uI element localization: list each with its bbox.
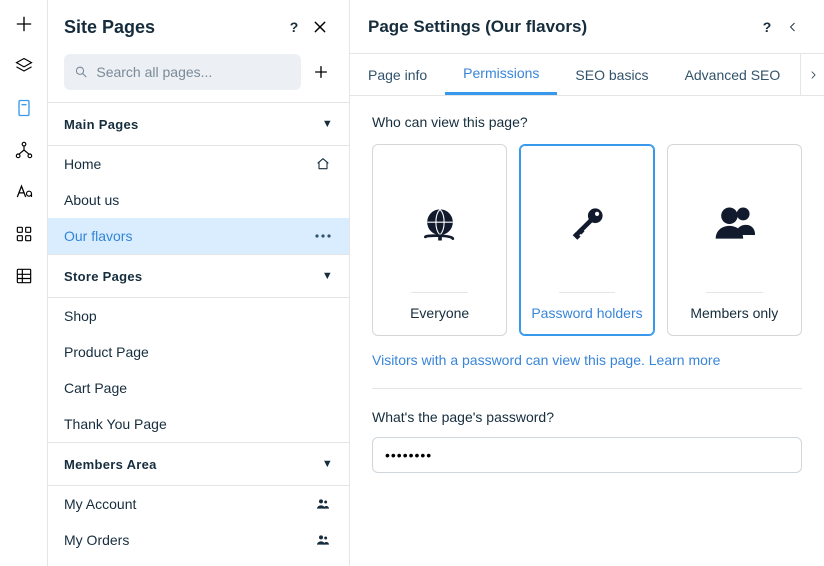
option-password-holders[interactable]: Password holders (519, 144, 654, 336)
rail-pages[interactable] (0, 98, 48, 118)
settings-header: Page Settings (Our flavors) ? (350, 0, 824, 54)
close-panel-button[interactable] (307, 14, 333, 40)
search-input[interactable] (96, 64, 291, 80)
members-icon (313, 496, 333, 512)
page-label: About us (64, 192, 333, 208)
page-label: My Account (64, 496, 313, 512)
caret-down-icon: ▼ (322, 118, 333, 130)
option-everyone[interactable]: Everyone (372, 144, 507, 336)
layers-icon (14, 56, 34, 76)
page-label: Product Page (64, 344, 333, 360)
rail-layers[interactable] (0, 56, 48, 76)
learn-more-link[interactable]: Learn more (649, 352, 721, 368)
tab-seo-basics[interactable]: SEO basics (557, 54, 666, 95)
rail-add[interactable] (0, 14, 48, 34)
question-icon: ? (763, 19, 772, 35)
home-icon (313, 156, 333, 172)
page-item-my-account[interactable]: My Account (48, 486, 349, 522)
page-label: Thank You Page (64, 416, 333, 432)
page-settings-panel: Page Settings (Our flavors) ? Page info … (350, 0, 824, 566)
option-caption: Members only (690, 293, 778, 325)
page-item-cart[interactable]: Cart Page (48, 370, 349, 406)
search-row (48, 54, 349, 102)
tab-advanced-seo[interactable]: Advanced SEO (667, 54, 799, 95)
site-pages-title: Site Pages (64, 17, 281, 38)
page-icon (14, 98, 34, 118)
close-icon (312, 19, 328, 35)
apps-icon (14, 224, 34, 244)
password-input[interactable] (372, 437, 802, 473)
rail-apps[interactable] (0, 224, 48, 244)
plus-icon (313, 64, 329, 80)
left-icon-rail (0, 0, 48, 566)
members-icon (313, 532, 333, 548)
page-label: Shop (64, 308, 333, 324)
option-caption: Password holders (531, 293, 642, 325)
option-members-only[interactable]: Members only (667, 144, 802, 336)
tab-page-info[interactable]: Page info (350, 54, 445, 95)
section-members-area[interactable]: Members Area ▼ (48, 442, 349, 486)
page-item-shop[interactable]: Shop (48, 298, 349, 334)
page-item-home[interactable]: Home (48, 146, 349, 182)
caret-down-icon: ▼ (322, 458, 333, 470)
globe-icon (418, 202, 462, 246)
site-pages-header: Site Pages ? (48, 0, 349, 54)
hierarchy-icon (14, 140, 34, 160)
section-title: Members Area (64, 457, 322, 472)
tabs-scroll-right[interactable] (800, 54, 824, 95)
rail-site-structure[interactable] (0, 140, 48, 160)
permission-options: Everyone Password holders (372, 144, 802, 336)
section-title: Store Pages (64, 269, 322, 284)
page-label: Our flavors (64, 228, 313, 244)
rail-text-styles[interactable] (0, 182, 48, 202)
page-item-product[interactable]: Product Page (48, 334, 349, 370)
note-text: Visitors with a password can view this p… (372, 352, 649, 368)
chevron-left-icon (787, 19, 799, 35)
permission-note: Visitors with a password can view this p… (372, 352, 802, 368)
permissions-question: Who can view this page? (372, 114, 802, 130)
page-item-my-orders[interactable]: My Orders (48, 522, 349, 558)
tab-permissions[interactable]: Permissions (445, 54, 557, 95)
chevron-right-icon (808, 68, 818, 82)
settings-tabs: Page info Permissions SEO basics Advance… (350, 54, 824, 96)
members-large-icon (710, 202, 758, 246)
key-icon (565, 202, 609, 246)
help-button[interactable]: ? (281, 14, 307, 40)
search-box[interactable] (64, 54, 301, 90)
page-item-our-flavors[interactable]: Our flavors (48, 218, 349, 254)
page-label: Cart Page (64, 380, 333, 396)
page-label: My Orders (64, 532, 313, 548)
page-item-thankyou[interactable]: Thank You Page (48, 406, 349, 442)
site-pages-panel: Site Pages ? Main Pages ▼ Home About us … (48, 0, 350, 566)
rail-data[interactable] (0, 266, 48, 286)
option-caption: Everyone (410, 293, 469, 325)
settings-title: Page Settings (Our flavors) (368, 17, 754, 37)
section-store-pages[interactable]: Store Pages ▼ (48, 254, 349, 298)
caret-down-icon: ▼ (322, 270, 333, 282)
section-main-pages[interactable]: Main Pages ▼ (48, 102, 349, 146)
help-button[interactable]: ? (754, 19, 780, 35)
add-page-button[interactable] (309, 60, 333, 84)
settings-content: Who can view this page? Everyone (350, 96, 824, 491)
text-style-icon (14, 182, 34, 202)
page-label: Home (64, 156, 313, 172)
password-label: What's the page's password? (372, 409, 802, 425)
back-button[interactable] (780, 19, 806, 35)
question-icon: ? (290, 19, 299, 35)
search-icon (74, 64, 88, 80)
section-title: Main Pages (64, 117, 322, 132)
page-item-about[interactable]: About us (48, 182, 349, 218)
plus-icon (14, 14, 34, 34)
more-icon[interactable] (313, 234, 333, 238)
data-icon (14, 266, 34, 286)
divider (372, 388, 802, 389)
